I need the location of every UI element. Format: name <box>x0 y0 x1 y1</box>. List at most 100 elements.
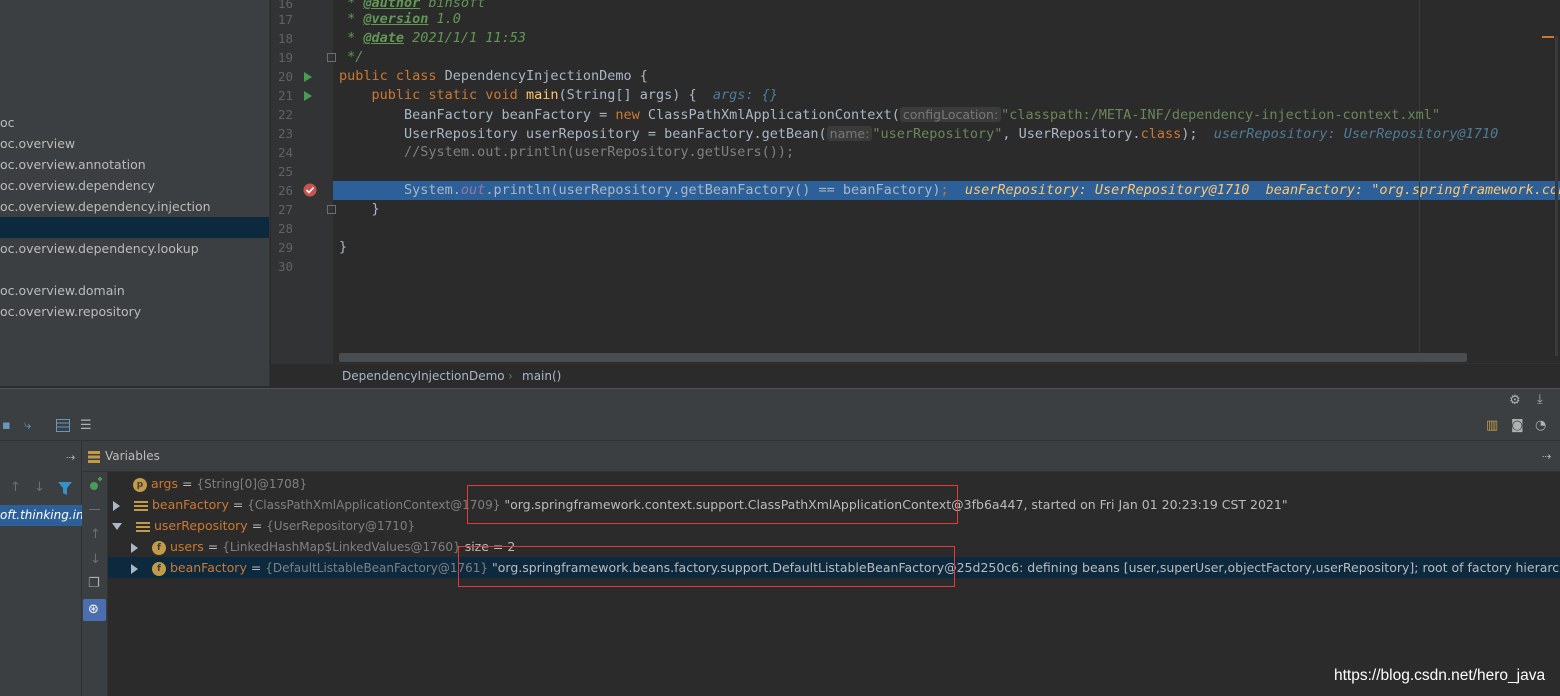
variable-type: {DefaultListableBeanFactory@1761} <box>265 561 489 575</box>
code-line: */ <box>339 49 364 65</box>
collapse-arrow-icon[interactable] <box>112 523 122 530</box>
variable-name: args <box>150 476 178 491</box>
filter-icon[interactable] <box>58 482 72 495</box>
tree-item-selected[interactable] <box>0 217 269 238</box>
run-to-cursor-icon[interactable]: ⤷ <box>24 418 31 434</box>
line-number: 20 <box>277 69 293 84</box>
breadcrumb-method[interactable]: main() <box>522 369 561 383</box>
variable-operator: = <box>232 497 244 512</box>
line-number: 27 <box>277 202 293 217</box>
hide-panel-icon[interactable]: ⤓ <box>1537 392 1543 408</box>
variable-operator: = <box>181 476 193 491</box>
field-icon <box>135 521 150 532</box>
fold-marker-icon[interactable] <box>327 53 336 62</box>
gear-icon[interactable]: ⚙ <box>1509 393 1521 409</box>
remove-watch-icon[interactable] <box>89 509 100 510</box>
parameter-hint: name: <box>826 126 873 141</box>
variables-icon <box>88 451 100 463</box>
variable-name: userRepository <box>153 518 248 533</box>
code-line: //System.out.println(userRepository.getU… <box>339 144 795 160</box>
variable-type: {ClassPathXmlApplicationContext@1709} <box>247 498 501 512</box>
code-line: } <box>339 201 380 217</box>
parameter-hint: configLocation: <box>899 107 1002 122</box>
move-down-icon[interactable]: ↓ <box>90 552 101 568</box>
memory-icon[interactable]: ◔ <box>1535 418 1546 434</box>
expand-arrow-icon[interactable] <box>131 563 138 574</box>
step-icon[interactable]: ▪ <box>2 418 11 434</box>
tree-item[interactable]: oc.overview.dependency.lookup <box>0 238 269 259</box>
tree-item[interactable]: oc.overview.dependency <box>0 175 269 196</box>
tree-item[interactable]: oc.overview <box>0 133 269 154</box>
tree-item[interactable]: oc.overview.dependency.injection <box>0 196 269 217</box>
line-number: 17 <box>277 12 293 27</box>
frame-item[interactable]: oft.thinking.in.s <box>0 505 82 526</box>
variable-name: users <box>169 539 204 554</box>
restore-layout-icon[interactable]: ▥ <box>1486 418 1498 434</box>
horizontal-scrollbar[interactable] <box>339 353 1467 362</box>
run-icon[interactable] <box>303 90 313 102</box>
settings-icon[interactable]: ◙ <box>1511 418 1524 434</box>
variable-name: beanFactory <box>169 560 247 575</box>
arrow-up-icon[interactable]: ↑ <box>10 480 21 496</box>
field-icon: f <box>151 561 166 576</box>
variable-type: {LinkedHashMap$LinkedValues@1760} <box>222 540 461 554</box>
breadcrumb: DependencyInjectionDemo › main() <box>271 363 1560 388</box>
move-up-icon[interactable]: ↑ <box>90 527 101 543</box>
project-tree: oc oc.overview oc.overview.annotation oc… <box>0 0 270 386</box>
debug-toolbar: ▪ ⤷ ☰ ▥ ◙ ◔ <box>0 412 1560 441</box>
variables-side-toolbar: ↑ ↓ ❐ ⊛ <box>82 472 108 696</box>
code-line-current: System.out.println(userRepository.getBea… <box>339 182 1560 198</box>
copy-icon[interactable]: ❐ <box>88 576 100 592</box>
new-watch-icon[interactable] <box>87 477 103 493</box>
variable-operator: = <box>251 518 263 533</box>
run-icon[interactable] <box>303 71 313 83</box>
line-number: 26 <box>277 183 293 198</box>
field-icon: f <box>151 540 166 555</box>
variables-header: Variables ⇢ <box>82 441 1560 472</box>
warning-stripe-marker[interactable] <box>1542 36 1554 38</box>
highlight-box <box>458 546 955 587</box>
variable-name: beanFactory <box>151 497 229 512</box>
pin-icon[interactable]: ⇢ <box>1542 449 1551 465</box>
editor-gutter: 16 17 18 19 20 21 22 23 24 25 26 27 28 2… <box>271 0 336 363</box>
line-number: 25 <box>277 164 293 179</box>
tree-item[interactable]: oc.overview.repository <box>0 301 269 322</box>
highlight-box <box>467 485 958 524</box>
code-line: public static void main(String[] args) {… <box>339 87 778 103</box>
code-line: BeanFactory beanFactory = new ClassPathX… <box>339 107 1441 123</box>
field-icon <box>133 500 148 511</box>
evaluate-expression-icon[interactable] <box>56 419 70 432</box>
tree-item[interactable]: oc.overview.annotation <box>0 154 269 175</box>
code-line: public class DependencyInjectionDemo { <box>339 68 648 84</box>
variables-tab-label[interactable]: Variables <box>105 449 160 463</box>
pin-icon[interactable]: ⇢ <box>66 450 75 466</box>
fold-marker-icon[interactable] <box>327 205 336 214</box>
line-number: 28 <box>277 221 293 236</box>
breadcrumb-separator-icon: › <box>508 369 513 383</box>
line-number: 30 <box>277 259 293 274</box>
watermark: https://blog.csdn.net/hero_java <box>1334 667 1546 684</box>
code-editor[interactable]: 16 17 18 19 20 21 22 23 24 25 26 27 28 2… <box>271 0 1560 363</box>
frames-panel: ⇢ ↑ ↓ oft.thinking.in.s <box>0 441 82 696</box>
trace-icon[interactable]: ☰ <box>80 418 92 434</box>
arrow-down-icon[interactable]: ↓ <box>34 480 45 496</box>
expand-arrow-icon[interactable] <box>131 542 138 553</box>
show-watches-toggle[interactable]: ⊛ <box>83 599 106 621</box>
variable-type: {UserRepository@1710} <box>266 519 416 533</box>
tree-item[interactable]: oc.overview.domain <box>0 280 269 301</box>
tree-item[interactable]: oc <box>0 112 269 133</box>
debug-panel-header: ⚙ ⤓ <box>0 388 1560 412</box>
line-number: 22 <box>277 107 293 122</box>
breakpoint-icon[interactable] <box>303 183 317 197</box>
vertical-scrollbar[interactable] <box>1555 36 1558 356</box>
tree-item[interactable] <box>0 259 269 280</box>
line-number: 24 <box>277 145 293 160</box>
expand-arrow-icon[interactable] <box>113 500 120 511</box>
code-line: * @version 1.0 <box>339 11 461 27</box>
breadcrumb-class[interactable]: DependencyInjectionDemo <box>342 369 505 383</box>
watch-icon: ⊛ <box>88 602 99 617</box>
line-number: 18 <box>277 31 293 46</box>
line-number: 29 <box>277 240 293 255</box>
code-line: * @date 2021/1/1 11:53 <box>339 30 526 46</box>
variable-operator: = <box>250 560 262 575</box>
